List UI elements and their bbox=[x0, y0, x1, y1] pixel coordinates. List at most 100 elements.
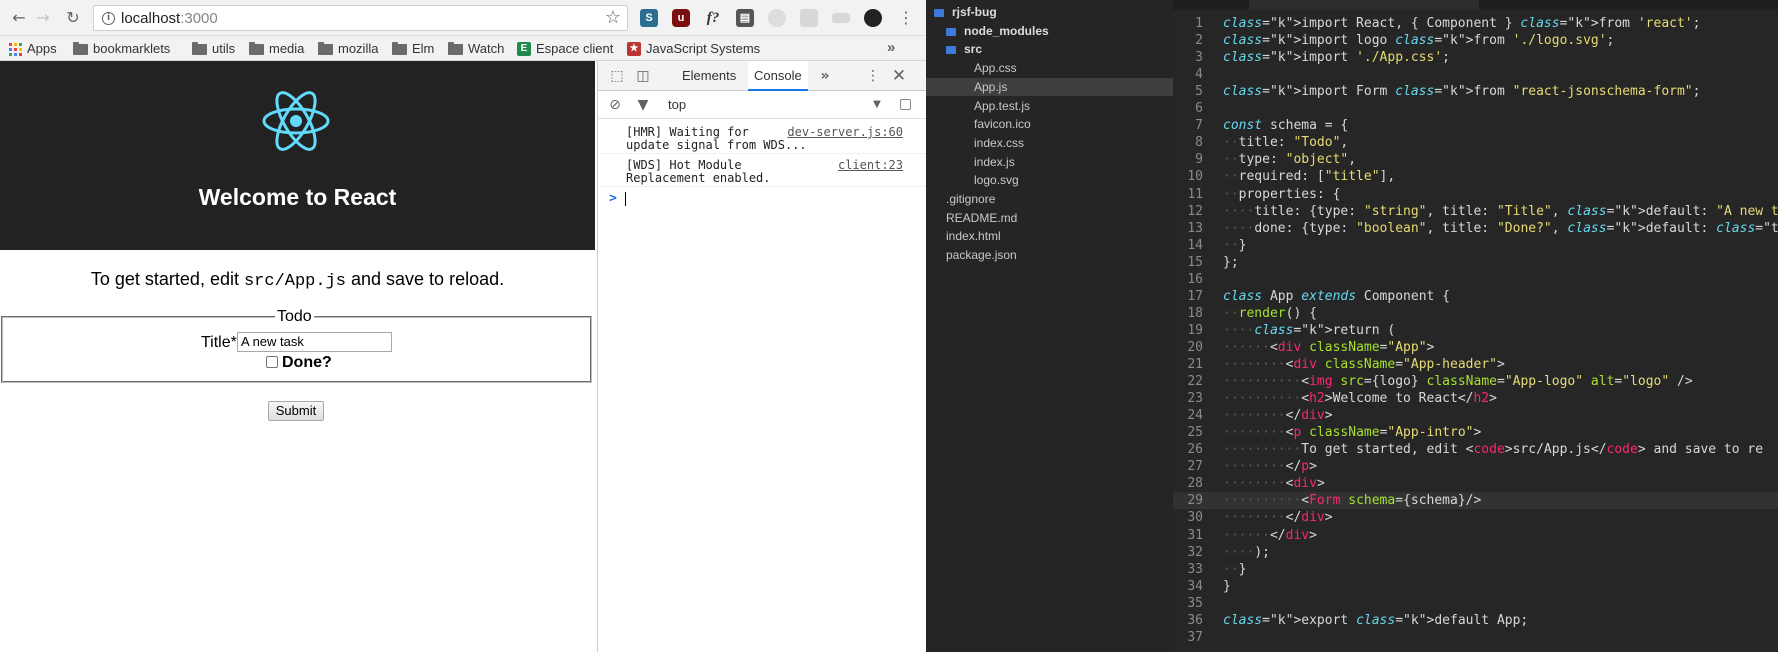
code-line[interactable]: 18 ··render() { bbox=[1173, 305, 1778, 322]
code-line[interactable]: 35 bbox=[1173, 595, 1778, 612]
ublock-extension-icon[interactable]: u bbox=[672, 9, 690, 27]
info-icon[interactable]: i bbox=[102, 12, 115, 25]
code-line[interactable]: 26 ··········To get started, edit <code>s… bbox=[1173, 441, 1778, 458]
tree-file[interactable]: index.js bbox=[974, 153, 1015, 171]
code-line[interactable]: 36 class="k">export class="k">default App… bbox=[1173, 612, 1778, 629]
tree-file[interactable]: App.js bbox=[974, 78, 1007, 96]
fx-extension-icon[interactable]: f? bbox=[704, 9, 722, 27]
tree-file[interactable]: favicon.ico bbox=[974, 115, 1031, 133]
code-line[interactable]: 14 ··} bbox=[1173, 237, 1778, 254]
address-bar[interactable]: i localhost:3000 ☆ bbox=[93, 5, 628, 31]
context-selector[interactable]: top bbox=[668, 97, 686, 113]
filter-icon[interactable]: ▼ bbox=[634, 96, 652, 114]
title-input[interactable]: A new task bbox=[237, 332, 392, 352]
submit-button[interactable]: Submit bbox=[268, 401, 324, 421]
code-text: class="k">import Form class="k">from "re… bbox=[1223, 84, 1701, 100]
inspect-element-icon[interactable]: ⬚ bbox=[608, 67, 626, 85]
bookmark-star-icon[interactable]: ☆ bbox=[605, 7, 621, 28]
bookmark-mozilla[interactable]: mozilla bbox=[318, 40, 378, 58]
code-line[interactable]: 5 class="k">import Form class="k">from "r… bbox=[1173, 83, 1778, 100]
chevron-down-icon[interactable]: ▼ bbox=[868, 96, 886, 114]
tab-elements[interactable]: Elements bbox=[682, 68, 736, 84]
url-text[interactable]: localhost:3000 bbox=[121, 10, 218, 27]
code-line[interactable]: 15}; bbox=[1173, 254, 1778, 271]
code-line[interactable]: 4 bbox=[1173, 66, 1778, 83]
close-devtools-icon[interactable]: ✕ bbox=[890, 67, 908, 85]
more-tabs-icon[interactable]: » bbox=[816, 67, 834, 85]
done-label[interactable]: Done? bbox=[282, 353, 332, 373]
code-line[interactable]: 1 class="k">import React, { Component } c… bbox=[1173, 15, 1778, 32]
bookmark-espace-client[interactable]: E Espace client bbox=[517, 40, 613, 58]
code-line[interactable]: 25 ········<p className="App-intro"> bbox=[1173, 424, 1778, 441]
bookmark-bookmarklets[interactable]: bookmarklets bbox=[73, 40, 170, 58]
code-line[interactable]: 2 class="k">import logo class="k">from '.… bbox=[1173, 32, 1778, 49]
code-line[interactable]: 33 ··} bbox=[1173, 561, 1778, 578]
editor-tab[interactable] bbox=[1249, 0, 1479, 10]
code-line[interactable]: 8 ··title: "Todo", bbox=[1173, 134, 1778, 151]
console-source-link[interactable]: client:23 bbox=[838, 159, 903, 172]
tree-file[interactable]: index.html bbox=[946, 227, 1001, 245]
bookmarks-overflow-button[interactable]: » bbox=[887, 39, 895, 57]
tree-file[interactable]: index.css bbox=[974, 134, 1024, 152]
tree-folder[interactable]: rjsf-bug bbox=[934, 3, 997, 21]
code-line[interactable]: 20 ······<div className="App"> bbox=[1173, 339, 1778, 356]
bookmark-watch[interactable]: Watch bbox=[448, 40, 504, 58]
pill-extension-icon[interactable] bbox=[832, 13, 850, 23]
done-checkbox[interactable] bbox=[266, 356, 278, 368]
forward-arrow-icon[interactable]: → bbox=[32, 6, 54, 30]
code-line[interactable]: 19 ····class="k">return ( bbox=[1173, 322, 1778, 339]
tab-console[interactable]: Console bbox=[748, 61, 808, 91]
tree-folder[interactable]: src bbox=[946, 40, 982, 58]
code-line[interactable]: 24 ········</div> bbox=[1173, 407, 1778, 424]
console-input[interactable] bbox=[625, 192, 626, 206]
tree-folder[interactable]: node_modules bbox=[946, 22, 1049, 40]
code-line[interactable]: 23 ··········<h2>Welcome to React</h2> bbox=[1173, 390, 1778, 407]
film-extension-icon[interactable]: ▤ bbox=[736, 9, 754, 27]
code-line[interactable]: 9 ··type: "object", bbox=[1173, 151, 1778, 168]
code-line[interactable]: 6 bbox=[1173, 100, 1778, 117]
device-toolbar-icon[interactable]: ◫ bbox=[634, 67, 652, 85]
code-line[interactable]: 16 bbox=[1173, 271, 1778, 288]
code-line[interactable]: 28 ········<div> bbox=[1173, 475, 1778, 492]
code-line[interactable]: 32 ····); bbox=[1173, 544, 1778, 561]
bookmark-elm[interactable]: Elm bbox=[392, 40, 434, 58]
code-line[interactable]: 31 ······</div> bbox=[1173, 527, 1778, 544]
browser-menu-icon[interactable]: ⋮ bbox=[898, 8, 914, 28]
code-line[interactable]: 27 ········</p> bbox=[1173, 458, 1778, 475]
preserve-log-checkbox[interactable] bbox=[900, 99, 911, 110]
code-line[interactable]: 30 ········</div> bbox=[1173, 509, 1778, 526]
bookmark-javascript-systems[interactable]: ★ JavaScript Systems bbox=[627, 40, 760, 58]
code-line[interactable]: 22 ··········<img src={logo} className="A… bbox=[1173, 373, 1778, 390]
camera-extension-icon[interactable] bbox=[800, 9, 818, 27]
tree-file[interactable]: package.json bbox=[946, 246, 1017, 264]
bookmark-media[interactable]: media bbox=[249, 40, 304, 58]
tree-file[interactable]: App.test.js bbox=[974, 97, 1030, 115]
code-line[interactable]: 21 ········<div className="App-header"> bbox=[1173, 356, 1778, 373]
tree-file[interactable]: README.md bbox=[946, 209, 1017, 227]
tree-file[interactable]: App.css bbox=[974, 59, 1017, 77]
tree-file[interactable]: logo.svg bbox=[974, 171, 1019, 189]
clear-console-icon[interactable]: ⊘ bbox=[606, 96, 624, 114]
code-line[interactable]: 17 class App extends Component { bbox=[1173, 288, 1778, 305]
devtools-menu-icon[interactable]: ⋮ bbox=[864, 67, 882, 85]
code-line[interactable]: 3 class="k">import './App.css'; bbox=[1173, 49, 1778, 66]
code-line[interactable]: 34} bbox=[1173, 578, 1778, 595]
code-line[interactable]: 7 const schema = { bbox=[1173, 117, 1778, 134]
bookmark-utils[interactable]: utils bbox=[192, 40, 235, 58]
reload-icon[interactable]: ↻ bbox=[62, 6, 84, 30]
code-line[interactable]: 29 ··········<Form schema={schema}/> bbox=[1173, 492, 1778, 510]
code-line[interactable]: 11 ··properties: { bbox=[1173, 186, 1778, 203]
back-arrow-icon[interactable]: ← bbox=[8, 6, 30, 30]
code-line[interactable]: 12 ····title: {type: "string", title: "Ti… bbox=[1173, 203, 1778, 220]
tree-file[interactable]: .gitignore bbox=[946, 190, 995, 208]
stylish-extension-icon[interactable]: S bbox=[640, 9, 658, 27]
folder-icon bbox=[448, 42, 463, 55]
dark-circle-extension-icon[interactable] bbox=[864, 9, 882, 27]
code-pane[interactable]: 1 class="k">import React, { Component } c… bbox=[1173, 0, 1778, 652]
code-line[interactable]: 37 bbox=[1173, 629, 1778, 646]
grey-circle-extension-icon[interactable] bbox=[768, 9, 786, 27]
console-source-link[interactable]: dev-server.js:60 bbox=[787, 126, 903, 139]
bookmark-apps[interactable]: Apps bbox=[9, 40, 57, 58]
code-line[interactable]: 13 ····done: {type: "boolean", title: "Do… bbox=[1173, 220, 1778, 237]
code-line[interactable]: 10 ··required: ["title"], bbox=[1173, 168, 1778, 185]
